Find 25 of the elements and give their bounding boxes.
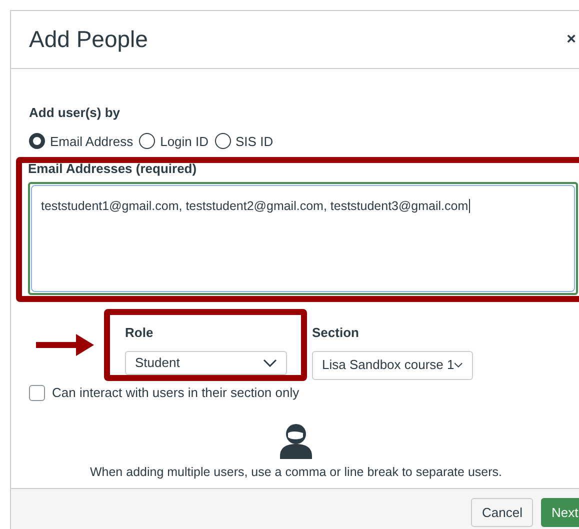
email-text: teststudent1@gmail.com, teststudent2@gmail.com, teststudent3@gmail.com (41, 199, 470, 213)
email-label: Email Addresses (required) (28, 162, 198, 176)
checkbox-label: Can interact with users in their section only (52, 384, 300, 402)
radio-option[interactable]: SIS ID (214, 132, 274, 151)
role-label: Role (125, 324, 154, 342)
dialog-title: Add People (29, 25, 148, 54)
chevron-down-icon (454, 361, 463, 369)
user-icon (279, 422, 313, 458)
email-textarea[interactable]: teststudent1@gmail.com, teststudent2@gmail.com, teststudent3@gmail.com (28, 182, 578, 295)
hint-text: When adding multiple users, use a comma or line break to separate users. (90, 464, 502, 481)
chevron-down-icon (263, 358, 277, 367)
section-select[interactable]: Lisa Sandbox course 1 (312, 350, 473, 380)
role-select[interactable]: Student (125, 350, 287, 375)
cancel-button[interactable]: Cancel (471, 498, 534, 528)
checkbox[interactable] (29, 384, 45, 401)
close-button[interactable]: × (566, 28, 576, 52)
add-by-label: Add user(s) by (29, 104, 122, 122)
radio-button[interactable] (139, 133, 156, 150)
radio-option[interactable]: Email Address (29, 132, 134, 151)
radio-button[interactable] (214, 133, 231, 150)
radio-option[interactable]: Login ID (139, 132, 209, 151)
arrow-icon (36, 333, 96, 357)
next-button[interactable]: Next (541, 498, 579, 528)
section-label: Section (312, 324, 360, 342)
radio-button[interactable] (29, 133, 45, 150)
